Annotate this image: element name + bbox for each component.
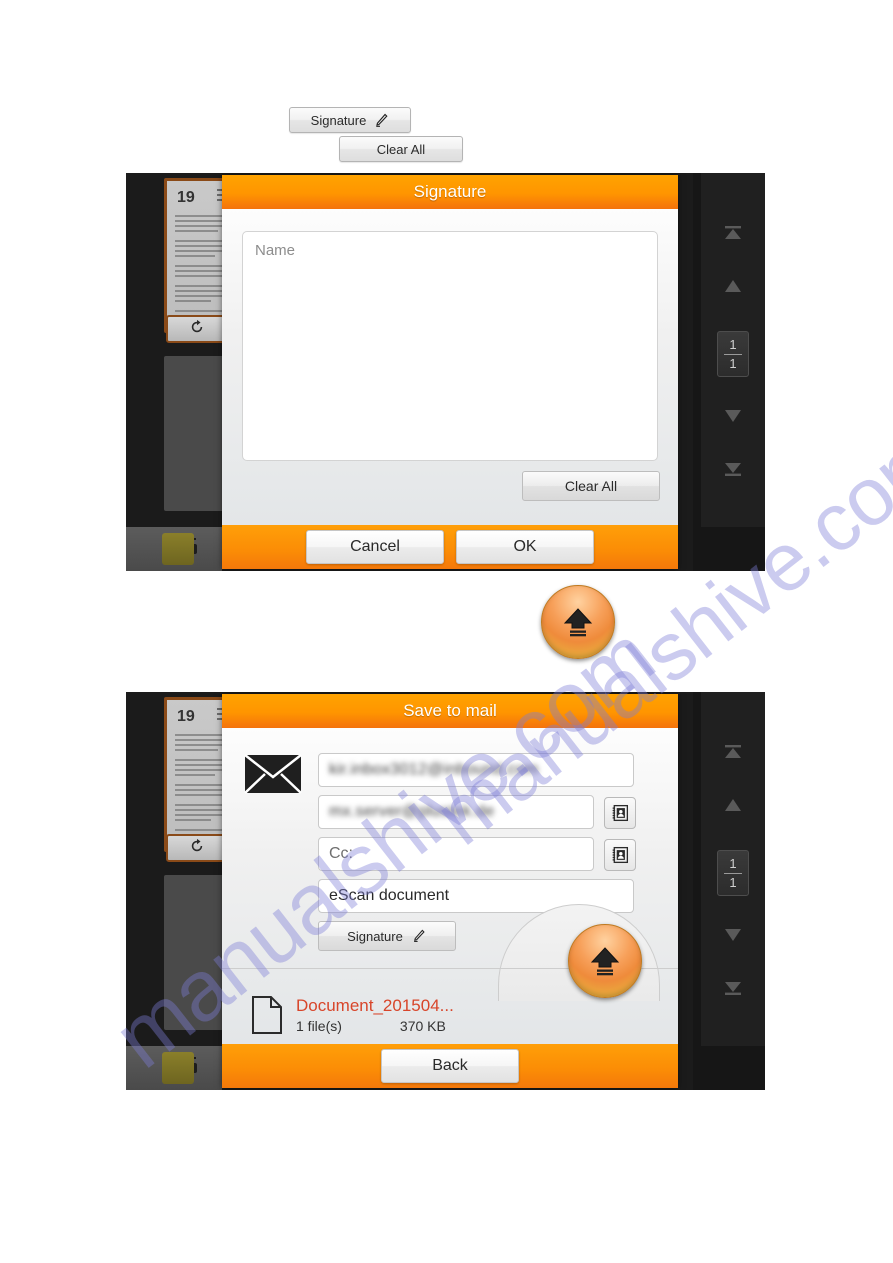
attachment-details: 1 file(s) 370 KB bbox=[296, 1018, 454, 1034]
save-to-mail-dialog-body: kir.inbox3012@inbound.com mx.server@plus… bbox=[222, 728, 678, 1044]
page-indicator-divider bbox=[724, 353, 742, 355]
envelope-icon bbox=[244, 754, 302, 794]
attachment-file-size: 370 KB bbox=[399, 1018, 446, 1034]
to-address-value: mx.server@plustek.de bbox=[329, 803, 495, 820]
cancel-button[interactable]: Cancel bbox=[306, 530, 444, 564]
cancel-button-label: Cancel bbox=[350, 538, 400, 555]
ok-button-label: OK bbox=[513, 538, 537, 555]
device-accent-button[interactable] bbox=[162, 533, 194, 565]
send-mail-button[interactable] bbox=[568, 924, 642, 998]
upload-arrow-icon bbox=[590, 947, 620, 976]
navigation-rail-inner: 1 1 bbox=[701, 173, 765, 527]
current-page-number: 1 bbox=[729, 336, 737, 352]
signature-clear-all-label: Clear All bbox=[564, 478, 618, 494]
navigation-rail-inner: 1 1 bbox=[701, 692, 765, 1046]
back-button[interactable]: Back bbox=[381, 1049, 519, 1083]
device-screen-save-to-mail: 19 1 1 Save to mail kir.inbox3012@inboun… bbox=[126, 692, 765, 1090]
last-page-icon bbox=[725, 982, 741, 995]
signature-dialog-footer: Cancel OK bbox=[222, 525, 678, 569]
last-page-icon bbox=[725, 463, 741, 476]
address-book-icon bbox=[612, 804, 629, 822]
to-address-field[interactable]: mx.server@plustek.de bbox=[318, 795, 594, 829]
clear-all-button-callout[interactable]: Clear All bbox=[339, 136, 463, 162]
first-page-button[interactable] bbox=[718, 740, 748, 766]
navigation-rail: 1 1 bbox=[693, 692, 765, 1090]
last-page-button[interactable] bbox=[718, 974, 748, 1000]
signature-button[interactable]: Signature bbox=[318, 921, 456, 951]
page-gap bbox=[0, 571, 893, 692]
page-indicator: 1 1 bbox=[717, 331, 749, 377]
cc-address-field[interactable]: Cc: bbox=[318, 837, 594, 871]
device-bottom-bar bbox=[126, 1046, 222, 1090]
previous-page-button[interactable] bbox=[718, 273, 748, 299]
next-page-button[interactable] bbox=[718, 922, 748, 948]
navigation-rail: 1 1 bbox=[693, 173, 765, 571]
address-book-icon bbox=[612, 846, 629, 864]
current-page-number: 1 bbox=[729, 855, 737, 871]
last-page-button[interactable] bbox=[718, 455, 748, 481]
pencil-icon bbox=[374, 113, 389, 128]
attachment-row: Document_201504... 1 file(s) 370 KB bbox=[252, 996, 454, 1034]
cc-address-placeholder: Cc: bbox=[329, 845, 353, 862]
from-address-field[interactable]: kir.inbox3012@inbound.com bbox=[318, 753, 634, 787]
signature-clear-all-button[interactable]: Clear All bbox=[522, 471, 660, 501]
first-page-icon bbox=[725, 745, 741, 758]
save-to-mail-dialog-footer: Back bbox=[222, 1044, 678, 1088]
total-page-number: 1 bbox=[729, 355, 737, 371]
ok-button[interactable]: OK bbox=[456, 530, 594, 564]
thumbnail-rail: 19 bbox=[126, 173, 256, 571]
up-arrow-icon bbox=[725, 280, 741, 292]
upload-arrow-icon bbox=[563, 608, 593, 637]
page-indicator-divider bbox=[724, 872, 742, 874]
address-book-button-cc[interactable] bbox=[604, 839, 636, 871]
thumbnail-page-number: 19 bbox=[177, 708, 195, 725]
document-icon bbox=[252, 996, 282, 1034]
next-page-button[interactable] bbox=[718, 403, 748, 429]
from-address-value: kir.inbox3012@inbound.com bbox=[329, 761, 539, 778]
pencil-icon bbox=[412, 929, 427, 944]
rotate-page-button[interactable] bbox=[166, 315, 228, 343]
signature-drawing-canvas[interactable]: Name bbox=[242, 231, 658, 461]
signature-dialog-body: Name Clear All bbox=[222, 209, 678, 525]
down-arrow-icon bbox=[725, 410, 741, 422]
address-book-button-to[interactable] bbox=[604, 797, 636, 829]
rotate-page-button[interactable] bbox=[166, 834, 228, 862]
attachment-meta: Document_201504... 1 file(s) 370 KB bbox=[296, 996, 454, 1034]
clear-all-button-label: Clear All bbox=[376, 141, 426, 157]
thumbnail-rail: 19 bbox=[126, 692, 256, 1090]
save-to-mail-dialog: Save to mail kir.inbox3012@inbound.com m… bbox=[222, 694, 678, 1088]
first-page-icon bbox=[725, 226, 741, 239]
attachment-file-count: 1 file(s) bbox=[296, 1018, 342, 1034]
signature-dialog: Signature Name Clear All Cancel OK bbox=[222, 175, 678, 569]
down-arrow-icon bbox=[725, 929, 741, 941]
up-arrow-icon bbox=[725, 799, 741, 811]
rotate-icon bbox=[189, 838, 205, 858]
device-bottom-bar bbox=[126, 527, 222, 571]
page-indicator: 1 1 bbox=[717, 850, 749, 896]
send-button-callout[interactable] bbox=[541, 585, 615, 659]
first-page-button[interactable] bbox=[718, 221, 748, 247]
signature-button-label: Signature bbox=[310, 112, 367, 128]
previous-page-button[interactable] bbox=[718, 792, 748, 818]
back-button-label: Back bbox=[432, 1057, 468, 1074]
thumbnail-page-number: 19 bbox=[177, 189, 195, 206]
attachment-file-name: Document_201504... bbox=[296, 996, 454, 1015]
signature-canvas-placeholder: Name bbox=[255, 242, 296, 259]
signature-button-callout[interactable]: Signature bbox=[289, 107, 411, 133]
signature-dialog-title: Signature bbox=[222, 175, 678, 209]
save-to-mail-dialog-title: Save to mail bbox=[222, 694, 678, 728]
device-accent-button[interactable] bbox=[162, 1052, 194, 1084]
device-screen-signature: 19 1 1 Signature Name Clear All Cancel O… bbox=[126, 173, 765, 571]
total-page-number: 1 bbox=[729, 874, 737, 890]
signature-button-label: Signature bbox=[347, 928, 403, 944]
subject-value: eScan document bbox=[329, 887, 450, 904]
rotate-icon bbox=[189, 319, 205, 339]
